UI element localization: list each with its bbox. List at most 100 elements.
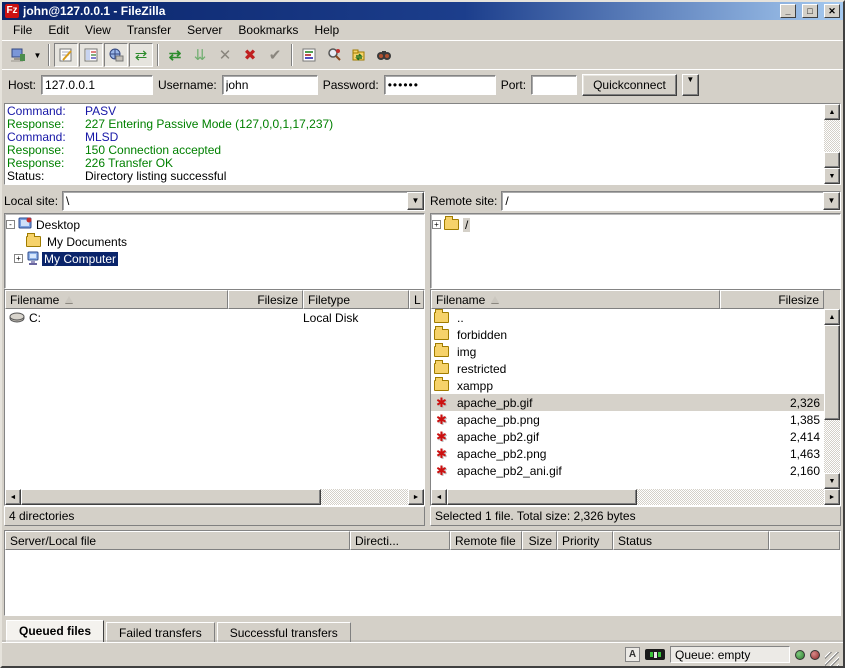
menu-item-file[interactable]: File xyxy=(6,21,39,39)
collapse-icon[interactable]: - xyxy=(6,220,15,229)
find-button[interactable] xyxy=(372,43,396,67)
column-header-server-local-file[interactable]: Server/Local file xyxy=(5,531,350,550)
remote-tree[interactable]: + / xyxy=(430,213,841,289)
scroll-left-button[interactable]: ◄ xyxy=(431,489,447,505)
column-header-filesize[interactable]: Filesize xyxy=(720,290,824,309)
remote-vertical-scrollbar[interactable]: ▲ ▼ xyxy=(824,309,840,489)
tree-item-my-computer[interactable]: + My Computer xyxy=(6,250,423,267)
expand-icon[interactable]: + xyxy=(432,220,441,229)
column-header-priority[interactable]: Priority xyxy=(557,531,613,550)
scroll-track[interactable] xyxy=(824,420,840,473)
resize-grip[interactable] xyxy=(825,652,839,666)
column-header-filename[interactable]: Filename xyxy=(431,290,720,309)
local-tree[interactable]: - Desktop My Documents + My Computer xyxy=(4,213,425,289)
site-manager-dropdown-button[interactable]: ▼ xyxy=(31,43,44,67)
tab-queued-files[interactable]: Queued files xyxy=(6,620,104,642)
column-header-filesize[interactable]: Filesize xyxy=(228,290,303,309)
chevron-down-icon[interactable]: ▼ xyxy=(823,192,840,210)
tree-item-desktop[interactable]: - Desktop xyxy=(6,216,423,233)
menu-item-edit[interactable]: Edit xyxy=(41,21,76,39)
column-header-last-modified[interactable]: L xyxy=(409,290,424,309)
column-header-filename[interactable]: Filename xyxy=(5,290,228,309)
chevron-down-icon[interactable]: ▼ xyxy=(407,192,424,210)
site-manager-button[interactable] xyxy=(6,43,30,67)
menu-item-bookmarks[interactable]: Bookmarks xyxy=(231,21,305,39)
remote-site-combo[interactable]: / ▼ xyxy=(501,191,841,211)
quickconnect-button[interactable]: Quickconnect xyxy=(582,74,677,96)
file-row[interactable]: ✱apache_pb2.png1,463 xyxy=(431,445,824,462)
tab-failed-transfers[interactable]: Failed transfers xyxy=(106,622,215,642)
column-header-filetype[interactable]: Filetype xyxy=(303,290,409,309)
scroll-right-button[interactable]: ► xyxy=(824,489,840,505)
scroll-thumb[interactable] xyxy=(824,325,840,420)
toggle-remote-tree-button[interactable] xyxy=(104,43,128,67)
file-row[interactable]: xampp xyxy=(431,377,824,394)
file-row[interactable]: ✱apache_pb.png1,385 xyxy=(431,411,824,428)
file-row[interactable]: forbidden xyxy=(431,326,824,343)
local-file-list[interactable]: Filename Filesize Filetype L C: Local Di… xyxy=(4,289,425,506)
file-row-c-drive[interactable]: C: Local Disk xyxy=(5,309,424,326)
scroll-track[interactable] xyxy=(637,489,824,505)
menu-item-view[interactable]: View xyxy=(78,21,118,39)
username-input[interactable] xyxy=(222,75,318,95)
scroll-thumb[interactable] xyxy=(824,152,840,168)
menu-item-help[interactable]: Help xyxy=(307,21,346,39)
message-log[interactable]: Command:PASV Response:227 Entering Passi… xyxy=(5,104,824,184)
toggle-local-tree-button[interactable] xyxy=(79,43,103,67)
toggle-log-button[interactable] xyxy=(54,43,78,67)
tab-successful-transfers[interactable]: Successful transfers xyxy=(217,622,351,642)
scroll-down-button[interactable]: ▼ xyxy=(824,473,840,489)
scroll-up-button[interactable]: ▲ xyxy=(824,104,840,120)
sync-browsing-button[interactable] xyxy=(347,43,371,67)
transfer-type-icon[interactable]: A xyxy=(625,647,640,662)
column-header-size[interactable]: Size xyxy=(522,531,557,550)
disconnect-button[interactable]: ✖ xyxy=(238,43,262,67)
maximize-button[interactable]: □ xyxy=(802,4,818,18)
scroll-thumb[interactable] xyxy=(21,489,321,505)
column-header-status[interactable]: Status xyxy=(613,531,769,550)
scroll-right-button[interactable]: ► xyxy=(408,489,424,505)
port-input[interactable] xyxy=(531,75,577,95)
toggle-queue-button[interactable]: ⇄ xyxy=(129,43,153,67)
expand-icon[interactable]: + xyxy=(14,254,23,263)
reconnect-button[interactable]: ✔ xyxy=(263,43,287,67)
titlebar[interactable]: Fz john@127.0.0.1 - FileZilla _ □ ✕ xyxy=(2,2,843,20)
file-row[interactable]: ✱apache_pb2_ani.gif2,160 xyxy=(431,462,824,479)
file-row[interactable]: restricted xyxy=(431,360,824,377)
local-horizontal-scrollbar[interactable]: ◄ ► xyxy=(5,489,424,505)
password-input[interactable] xyxy=(384,75,496,95)
file-row-selected[interactable]: ✱apache_pb.gif2,326 xyxy=(431,394,824,411)
scroll-down-button[interactable]: ▼ xyxy=(824,168,840,184)
quickconnect-dropdown-button[interactable]: ▼ xyxy=(682,74,699,96)
column-header-remote-file[interactable]: Remote file xyxy=(450,531,522,550)
scroll-left-button[interactable]: ◄ xyxy=(5,489,21,505)
file-row[interactable]: .. xyxy=(431,309,824,326)
host-input[interactable] xyxy=(41,75,153,95)
menu-item-transfer[interactable]: Transfer xyxy=(120,21,178,39)
scroll-track[interactable] xyxy=(321,489,408,505)
log-vertical-scrollbar[interactable]: ▲ ▼ xyxy=(824,104,840,184)
compare-button[interactable] xyxy=(322,43,346,67)
process-queue-button[interactable]: ⇊ xyxy=(188,43,212,67)
tree-item-my-documents[interactable]: My Documents xyxy=(6,233,423,250)
speed-limits-icon[interactable] xyxy=(645,649,665,660)
scroll-thumb[interactable] xyxy=(447,489,637,505)
cancel-button[interactable]: ✕ xyxy=(213,43,237,67)
column-header-direction[interactable]: Directi... xyxy=(350,531,450,550)
file-row[interactable]: img xyxy=(431,343,824,360)
refresh-button[interactable]: ⇄ xyxy=(163,43,187,67)
local-list-body[interactable]: C: Local Disk xyxy=(5,309,424,489)
tree-item-root[interactable]: + / xyxy=(432,216,839,233)
menu-item-server[interactable]: Server xyxy=(180,21,229,39)
scroll-track[interactable] xyxy=(824,120,840,152)
file-row[interactable]: ✱apache_pb2.gif2,414 xyxy=(431,428,824,445)
remote-list-body[interactable]: .. forbidden img restricted xampp ✱apach… xyxy=(431,309,824,489)
close-button[interactable]: ✕ xyxy=(824,4,840,18)
minimize-button[interactable]: _ xyxy=(780,4,796,18)
local-site-combo[interactable]: \ ▼ xyxy=(62,191,425,211)
queue-body[interactable] xyxy=(5,550,840,615)
remote-file-list[interactable]: Filename Filesize .. forbidden img restr… xyxy=(430,289,841,506)
scroll-up-button[interactable]: ▲ xyxy=(824,309,840,325)
filter-button[interactable] xyxy=(297,43,321,67)
remote-horizontal-scrollbar[interactable]: ◄ ► xyxy=(431,489,840,505)
